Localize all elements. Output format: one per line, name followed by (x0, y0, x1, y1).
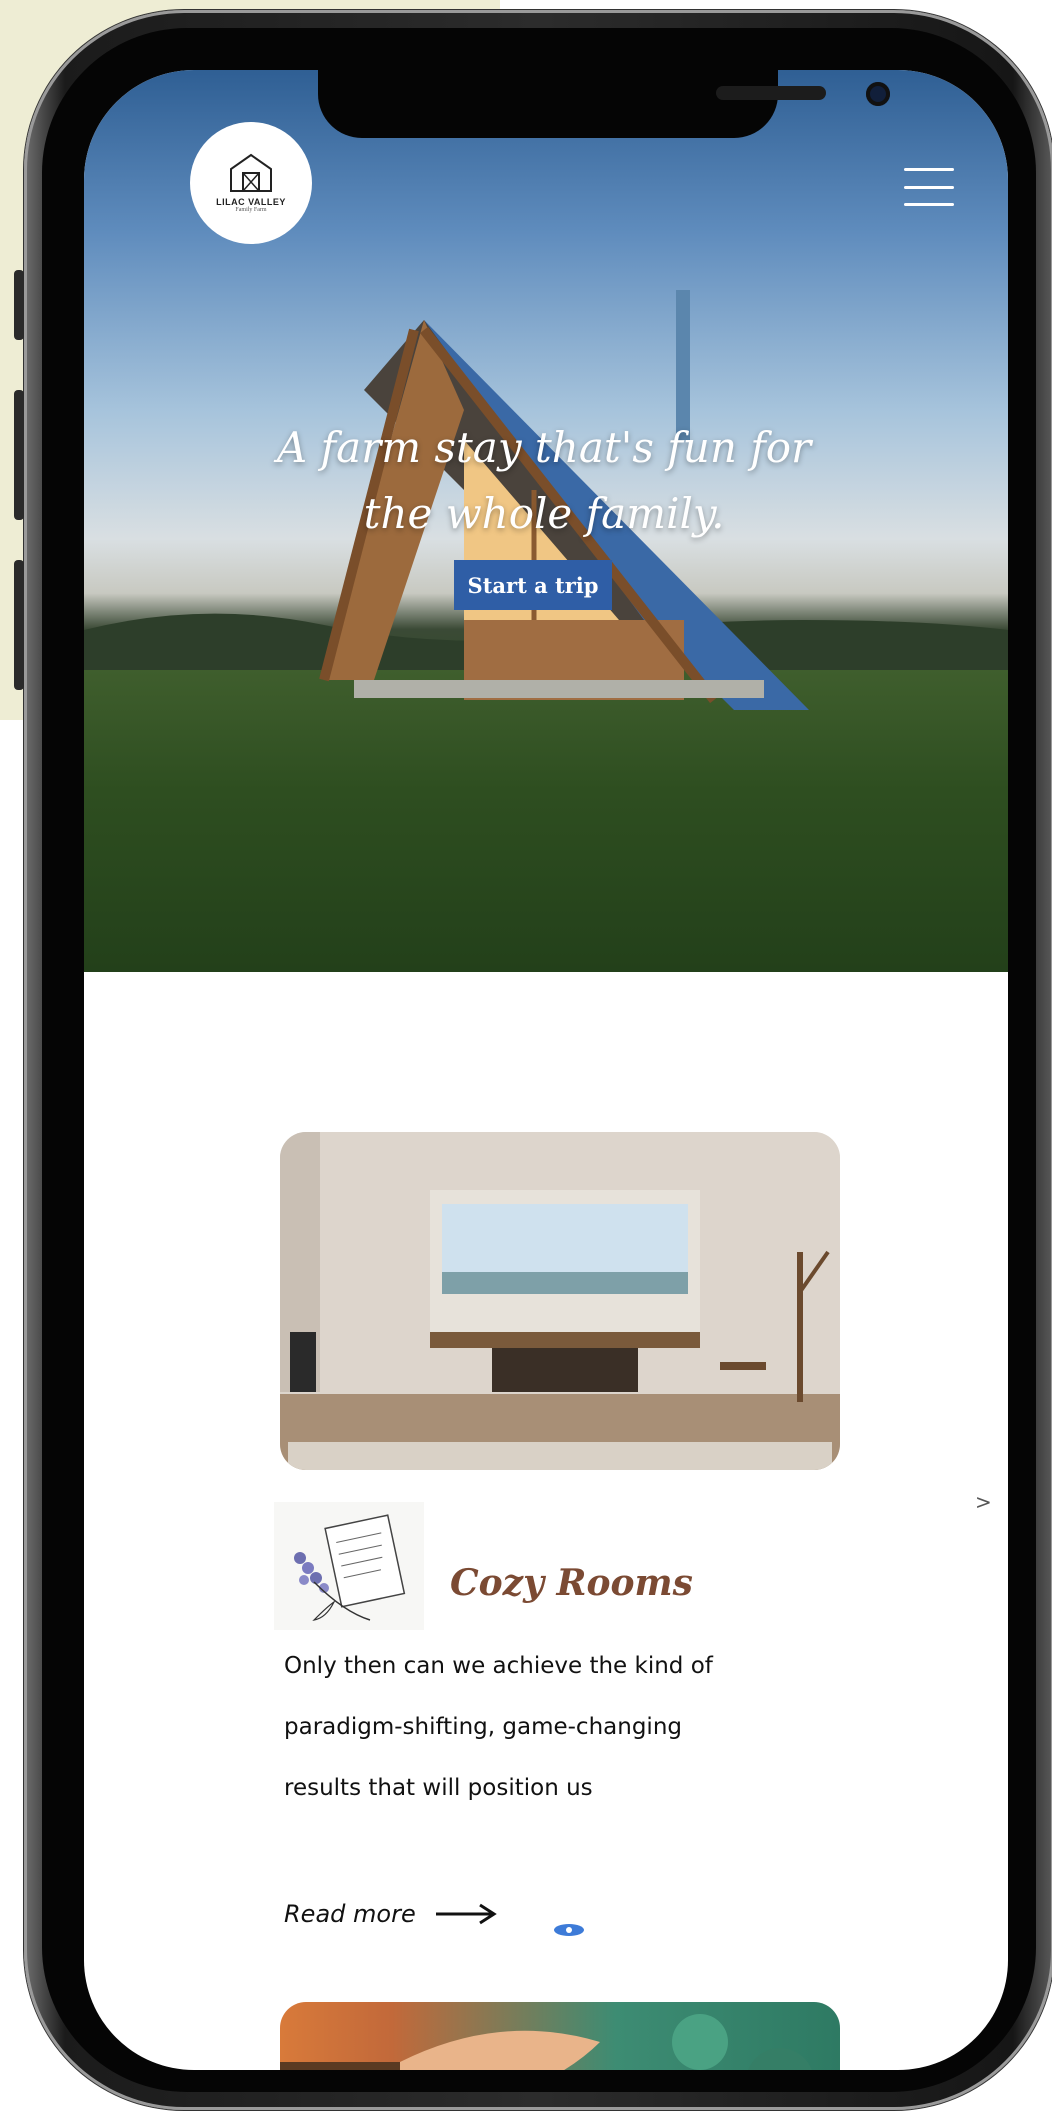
start-trip-button[interactable]: Start a trip (454, 560, 612, 610)
logo-name: LILAC VALLEY (216, 197, 286, 207)
room-interior-illustration (280, 1132, 840, 1470)
carousel-indicator-dot[interactable] (554, 1924, 584, 1936)
cozy-rooms-description: Only then can we achieve the kind of par… (284, 1653, 713, 1801)
lilac-note-doodle (274, 1502, 424, 1630)
phone-notch (318, 70, 890, 138)
barn-icon (230, 153, 272, 192)
read-more-link[interactable]: Read more (284, 1900, 498, 1928)
read-more-label: Read more (284, 1900, 416, 1928)
hero-tagline-line-2: the whole family. (363, 489, 725, 538)
phone-screen: LILAC VALLEY Family Farm A farm stay tha… (84, 70, 1008, 2070)
front-camera (866, 82, 890, 106)
hero-tagline-line-1: A farm stay that's fun for (276, 423, 812, 472)
mute-switch (14, 270, 24, 340)
volume-down-button (14, 560, 24, 690)
hamburger-menu-icon[interactable] (904, 168, 954, 206)
arrow-right-icon (435, 1903, 497, 1925)
cozy-room-image[interactable] (280, 1132, 840, 1470)
cozy-rooms-title: Cozy Rooms (450, 1562, 693, 1604)
volume-up-button (14, 390, 24, 520)
speaker-grille (716, 86, 826, 100)
carousel-next-button[interactable]: > (975, 1490, 992, 1514)
hero-tagline: A farm stay that's fun for the whole fam… (264, 415, 824, 547)
hands-in-soil-image (280, 2014, 812, 2070)
logo-subtitle: Family Farm (235, 207, 267, 213)
hero-section: LILAC VALLEY Family Farm A farm stay tha… (84, 70, 1008, 972)
lilac-valley-logo[interactable]: LILAC VALLEY Family Farm (190, 122, 312, 244)
next-card-image[interactable] (280, 2002, 840, 2070)
